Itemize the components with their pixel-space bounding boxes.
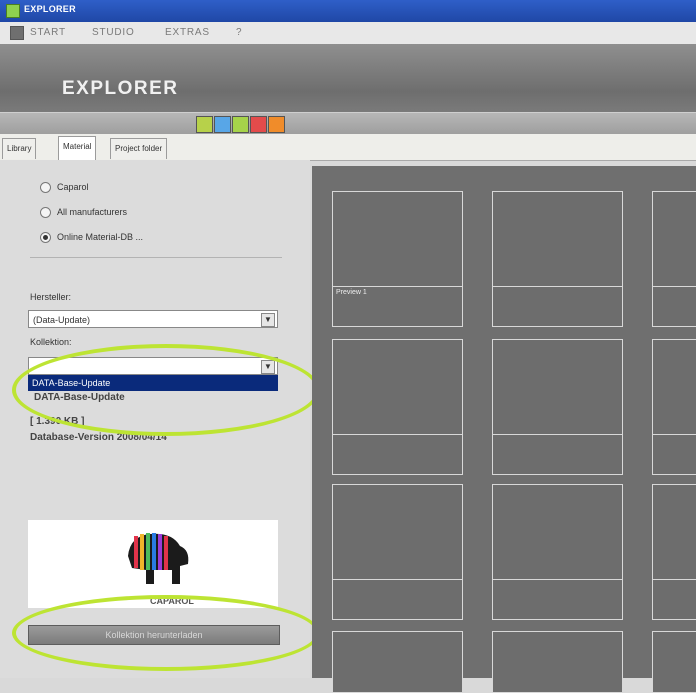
menu-bar: START STUDIO EXTRAS ?	[0, 22, 696, 45]
window-title: EXPLORER	[24, 4, 76, 14]
preview-thumbnail	[333, 485, 462, 580]
tab-material[interactable]: Material	[58, 136, 97, 160]
collection-label: Kollektion:	[30, 337, 72, 347]
preview-tile[interactable]	[652, 484, 696, 620]
info-version: Database-Version 2008/04/14	[30, 432, 167, 443]
radio-label: Online Material-DB ...	[57, 232, 144, 242]
preview-tile[interactable]	[332, 339, 463, 475]
preview-tile[interactable]: Preview 1	[332, 191, 463, 327]
preview-tile[interactable]	[492, 484, 623, 620]
delete-icon[interactable]	[250, 116, 267, 133]
toolbar	[0, 112, 696, 135]
preview-grid: Preview 1	[312, 166, 696, 693]
open-icon[interactable]	[214, 116, 231, 133]
preview-tile[interactable]	[492, 339, 623, 475]
app-icon	[6, 4, 20, 18]
radio-button-checked[interactable]	[40, 232, 51, 244]
logo-box: CAPAROL	[28, 520, 278, 608]
info-size: [ 1.390 KB ]	[30, 416, 85, 427]
preview-thumbnail	[493, 485, 622, 580]
logo-text: CAPAROL	[150, 596, 194, 606]
menu-studio[interactable]: STUDIO	[92, 27, 135, 38]
header-banner: EXPLORER	[0, 44, 696, 112]
manufacturer-label: Hersteller:	[30, 292, 72, 302]
menu-help[interactable]: ?	[236, 27, 242, 38]
radio-label: Caparol	[57, 182, 89, 192]
settings-icon[interactable]	[268, 116, 285, 133]
radio-online-material-db[interactable]: Online Material-DB ...	[40, 232, 144, 244]
preview-tile[interactable]	[652, 339, 696, 475]
save-icon[interactable]	[196, 116, 213, 133]
radio-caparol[interactable]: Caparol	[40, 182, 89, 194]
new-icon[interactable]	[232, 116, 249, 133]
preview-thumbnail	[653, 485, 696, 580]
collection-select[interactable]: ▼	[28, 357, 278, 375]
radio-button[interactable]	[40, 207, 51, 219]
preview-thumbnail	[493, 192, 622, 287]
tab-bar: Library Material Project folder	[0, 134, 696, 161]
preview-tile[interactable]	[332, 484, 463, 620]
radio-label: All manufacturers	[57, 207, 128, 217]
tab-project-folder[interactable]: Project folder	[110, 138, 168, 159]
preview-tile[interactable]	[332, 631, 463, 693]
preview-thumbnail	[333, 192, 462, 287]
preview-tile[interactable]	[492, 191, 623, 327]
chevron-down-icon[interactable]: ▼	[261, 313, 275, 327]
elephant-logo-icon	[128, 533, 189, 584]
preview-tile[interactable]	[492, 631, 623, 693]
manufacturer-select[interactable]: (Data-Update) ▼	[28, 310, 278, 328]
separator	[30, 257, 282, 258]
preview-thumbnail	[653, 192, 696, 287]
menu-start[interactable]: START	[30, 27, 66, 38]
chevron-down-icon[interactable]: ▼	[261, 360, 275, 374]
download-collection-button[interactable]: Kollektion herunterladen	[28, 625, 280, 645]
tab-library[interactable]: Library	[2, 138, 37, 159]
preview-thumbnail	[333, 340, 462, 435]
banner-title: EXPLORER	[62, 78, 179, 99]
start-icon[interactable]	[10, 26, 24, 40]
info-name: DATA-Base-Update	[34, 392, 125, 403]
preview-tile[interactable]	[652, 191, 696, 327]
radio-button[interactable]	[40, 182, 51, 194]
collection-dropdown-option[interactable]: DATA-Base-Update	[28, 375, 278, 391]
title-bar: EXPLORER	[0, 0, 696, 22]
preview-label: Preview 1	[336, 289, 367, 296]
radio-all-manufacturers[interactable]: All manufacturers	[40, 207, 128, 219]
manufacturer-value: (Data-Update)	[33, 315, 91, 325]
preview-thumbnail	[493, 340, 622, 435]
preview-tile[interactable]	[652, 631, 696, 693]
menu-extras[interactable]: EXTRAS	[165, 27, 210, 38]
preview-thumbnail	[653, 340, 696, 435]
